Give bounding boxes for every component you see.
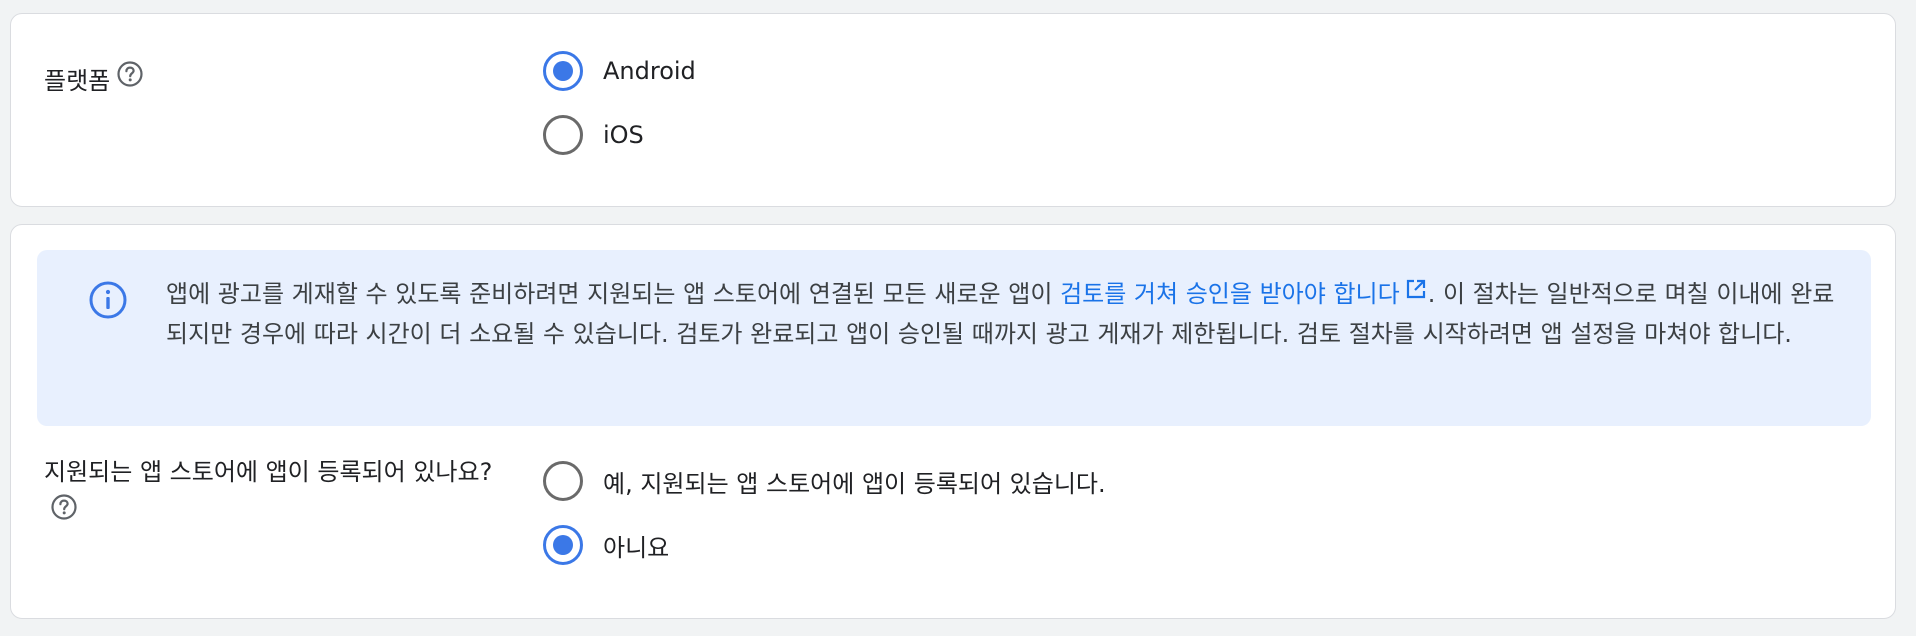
platform-label-row: 플랫폼 [44, 60, 144, 102]
store-listing-option-label: 아니요 [603, 533, 670, 562]
radio-button-unchecked[interactable] [543, 461, 583, 501]
open-in-new-icon [1404, 273, 1428, 313]
platform-card: 플랫폼 Android iOS [10, 13, 1896, 207]
radio-button-checked[interactable] [543, 51, 583, 91]
platform-label: 플랫폼 [44, 67, 111, 95]
help-circle-icon[interactable] [50, 492, 78, 534]
review-approval-link[interactable]: 검토를 거쳐 승인을 받아야 합니다 [1060, 279, 1428, 308]
store-listing-card: 앱에 광고를 게재할 수 있도록 준비하려면 지원되는 앱 스토어에 연결된 모… [10, 224, 1896, 619]
store-listing-option-label: 예, 지원되는 앱 스토어에 앱이 등록되어 있습니다. [603, 469, 1106, 498]
info-banner-text: 앱에 광고를 게재할 수 있도록 준비하려면 지원되는 앱 스토어에 연결된 모… [166, 274, 1846, 354]
store-listing-label-row: 지원되는 앱 스토어에 앱이 등록되어 있나요? [44, 451, 514, 535]
platform-option-label: iOS [603, 121, 644, 149]
radio-button-unchecked[interactable] [543, 115, 583, 155]
store-listing-label: 지원되는 앱 스토어에 앱이 등록되어 있나요? [44, 458, 493, 486]
radio-button-checked[interactable] [543, 525, 583, 565]
help-circle-icon[interactable] [116, 59, 144, 101]
info-icon [88, 280, 128, 324]
info-text-before-link: 앱에 광고를 게재할 수 있도록 준비하려면 지원되는 앱 스토어에 연결된 모… [166, 280, 1061, 308]
platform-option-android[interactable]: Android [543, 49, 696, 93]
platform-option-label: Android [603, 57, 696, 85]
store-listing-option-no[interactable]: 아니요 [543, 523, 669, 567]
platform-option-ios[interactable]: iOS [543, 113, 644, 157]
info-banner: 앱에 광고를 게재할 수 있도록 준비하려면 지원되는 앱 스토어에 연결된 모… [37, 250, 1871, 426]
review-approval-link-text: 검토를 거쳐 승인을 받아야 합니다 [1060, 280, 1400, 308]
store-listing-option-yes[interactable]: 예, 지원되는 앱 스토어에 앱이 등록되어 있습니다. [543, 459, 1106, 503]
